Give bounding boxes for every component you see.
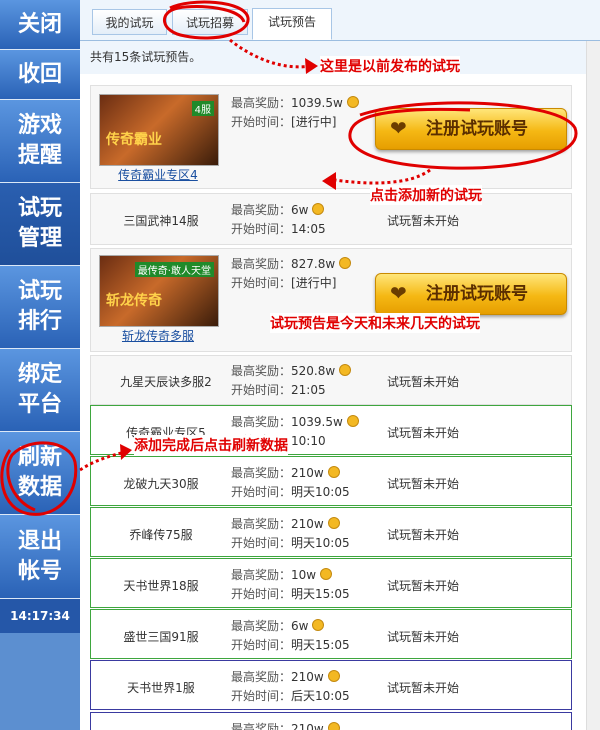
annotation-refresh: 添加完成后点击刷新数据 [134,435,288,455]
annotation-preview-desc: 试玩预告是今天和未来几天的试玩 [270,313,480,333]
annotation-previous: 这里是以前发布的试玩 [320,56,460,76]
scribble-arrow-previous [229,38,311,69]
arrowhead-refresh [120,444,132,460]
annotation-scribbles [0,0,578,516]
scribble-circle-tab [162,0,250,40]
scribble-arrow-add [334,168,431,185]
annotation-add-new: 点击添加新的试玩 [370,185,482,205]
scribble-arrow-refresh [79,450,126,472]
scribble-circle-button [348,101,578,170]
arrowhead-previous [305,58,318,74]
scribble-circle-refresh [0,441,78,516]
arrowhead-add [322,172,336,190]
